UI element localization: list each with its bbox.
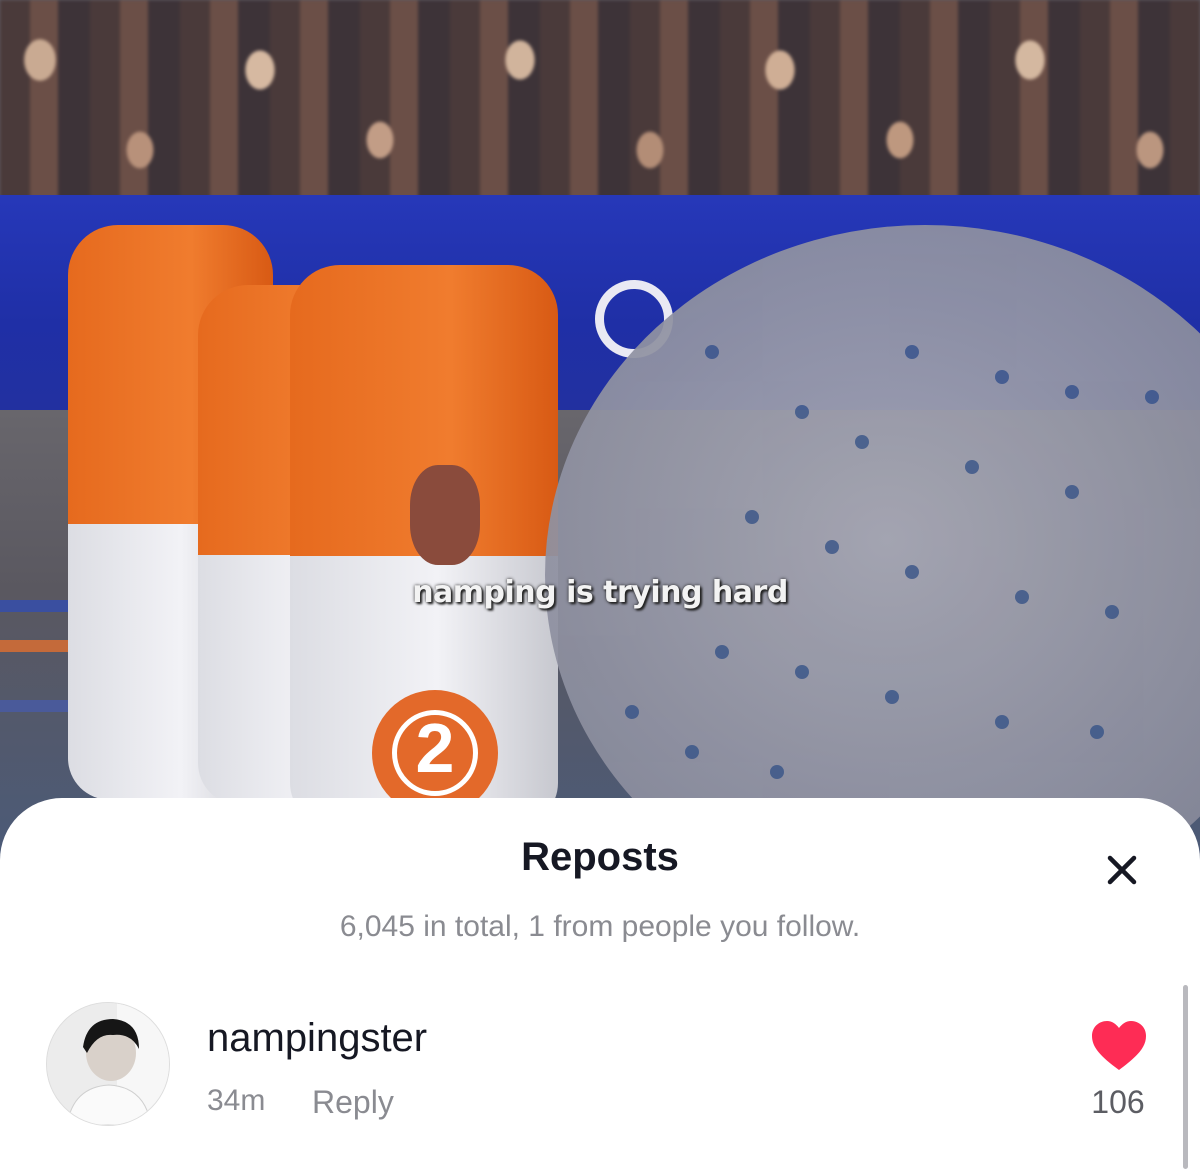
sheet-title: Reposts — [521, 835, 679, 879]
close-button[interactable] — [1098, 846, 1146, 894]
close-icon — [1107, 855, 1137, 885]
like-button[interactable] — [1090, 1020, 1148, 1072]
video-caption: namping is trying hard — [412, 575, 788, 610]
repost-count-summary: 6,045 in total, 1 from people you follow… — [339, 910, 861, 943]
heart-icon — [1092, 1021, 1146, 1070]
like-count: 106 — [1091, 1084, 1145, 1120]
reply-button[interactable]: Reply — [312, 1084, 394, 1121]
video-frame[interactable]: 2 namping is trying hard — [0, 0, 1200, 860]
scrollbar[interactable] — [1183, 985, 1188, 1169]
avatar[interactable] — [46, 1002, 170, 1126]
repost-username[interactable]: nampingster — [207, 1016, 427, 1061]
repost-time: 34m — [207, 1084, 266, 1117]
audience-background — [0, 0, 1200, 215]
